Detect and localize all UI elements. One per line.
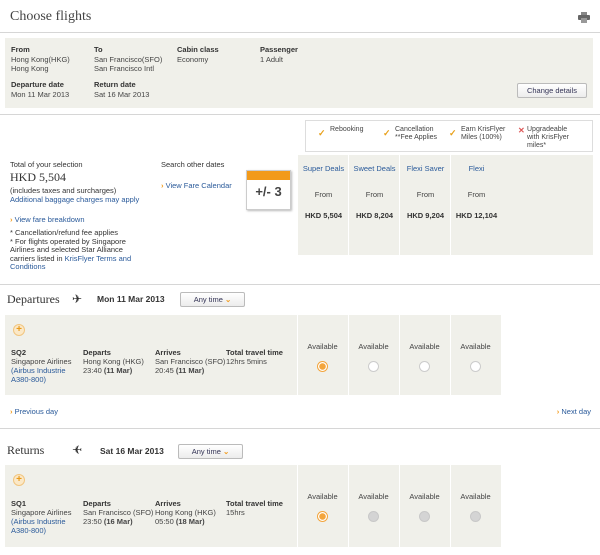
flight-info: SQ1 Singapore Airlines (Airbus Industrie A3… — [11, 499, 72, 535]
radio[interactable] — [368, 511, 379, 522]
outbound-availability: Available Available Available Available — [297, 315, 501, 395]
returns-title: Returns — [7, 443, 45, 457]
radio[interactable] — [419, 511, 430, 522]
tick-icon: ✓ — [318, 128, 326, 138]
feature-upgradeable: ✕ Upgradeable with KrisFlyer miles* — [518, 126, 570, 149]
fare-calendar-link[interactable]: › View Fare Calendar — [161, 181, 232, 190]
expand-icon[interactable]: + — [13, 474, 25, 486]
feature-cancellation: ✓ Cancellation **Fee Applies — [383, 126, 438, 141]
departures-title: Departures — [7, 292, 60, 306]
outbound-flexi-saver-option[interactable]: Available — [399, 315, 449, 395]
krisflyer-terms-link[interactable]: KrisFlyer Terms and — [65, 254, 132, 263]
page-title: Choose flights — [10, 9, 92, 24]
outbound-super-deals-option[interactable]: Available — [297, 315, 347, 395]
expand-icon[interactable]: + — [13, 324, 25, 336]
from-label: From — [11, 45, 30, 54]
returns-any-time-dropdown[interactable]: Any time ⌄ — [178, 444, 243, 459]
airplane-depart-icon: ✈ — [72, 292, 83, 306]
chevron-down-icon: ⌄ — [224, 295, 232, 304]
search-summary-panel: From Hong Kong(HKG) Hong Kong To San Fran… — [5, 38, 593, 108]
total-panel: Total of your selection HKD 5,504 (inclu… — [10, 160, 160, 272]
cabin-label: Cabin class — [177, 45, 219, 54]
calendar-icon[interactable]: +/- 3 — [246, 170, 291, 210]
cross-icon: ✕ — [518, 126, 525, 135]
chevron-down-icon: ⌄ — [222, 447, 230, 456]
fare-super-deals[interactable]: Super Deals From HKD 5,504 — [297, 155, 349, 255]
return-sweet-deals-option[interactable]: Available — [348, 465, 398, 547]
radio-selected[interactable] — [317, 511, 328, 522]
radio[interactable] — [470, 511, 481, 522]
departure-date-value: Mon 11 Mar 2013 — [11, 90, 70, 99]
radio-selected[interactable] — [317, 361, 328, 372]
travel-time-info: Total travel time 15hrs — [226, 499, 283, 517]
radio[interactable] — [470, 361, 481, 372]
tick-icon: ✓ — [383, 128, 391, 138]
printer-icon[interactable] — [578, 12, 590, 23]
return-super-deals-option[interactable]: Available — [297, 465, 347, 547]
fare-flexi[interactable]: Flexi From HKD 12,104 — [450, 155, 502, 255]
fare-sweet-deals[interactable]: Sweet Deals From HKD 8,204 — [348, 155, 400, 255]
chevron-right-icon: › — [10, 215, 13, 224]
chevron-right-icon: › — [556, 407, 560, 416]
outbound-flight-row: + SQ2 Singapore Airlines (Airbus Industrie… — [5, 315, 297, 395]
arrives-info: Arrives San Francisco (SFO) 20:45 (11 Mar) — [155, 348, 226, 375]
radio[interactable] — [368, 361, 379, 372]
outbound-sweet-deals-option[interactable]: Available — [348, 315, 398, 395]
baggage-link[interactable]: Additional baggage charges may apply — [10, 195, 160, 204]
passenger-value: 1 Adult — [260, 55, 283, 64]
airplane-return-icon: ✈ — [72, 443, 83, 457]
departure-date: Mon 11 Mar 2013 — [97, 294, 165, 304]
return-date-value: Sat 16 Mar 2013 — [94, 90, 150, 99]
departures-any-time-dropdown[interactable]: Any time ⌄ — [180, 292, 245, 307]
chevron-right-icon: › — [161, 181, 164, 190]
passenger-label: Passenger — [260, 45, 298, 54]
to-label: To — [94, 45, 103, 54]
return-availability: Available Available Available Available — [297, 465, 501, 547]
feature-earn-miles: ✓ Earn KrisFlyer Miles (100%) — [449, 126, 506, 141]
fare-families: Super Deals From HKD 5,504 Sweet Deals From… — [297, 155, 593, 255]
from-value: Hong Kong(HKG) Hong Kong — [11, 55, 70, 73]
chevron-left-icon: › — [10, 407, 13, 416]
departs-info: Departs San Francisco (SFO) 23:50 (16 Mar) — [83, 499, 154, 526]
fare-breakdown-link[interactable]: › View fare breakdown — [10, 215, 160, 224]
next-day-link[interactable]: › Next day — [557, 407, 591, 416]
flight-info: SQ2 Singapore Airlines (Airbus Industrie A3… — [11, 348, 72, 384]
return-date-label: Return date — [94, 80, 136, 89]
total-label: Total of your selection — [10, 160, 83, 169]
total-note: (includes taxes and surcharges) — [10, 186, 117, 195]
departs-info: Departs Hong Kong (HKG) 23:40 (11 Mar) — [83, 348, 144, 375]
departure-date-label: Departure date — [11, 80, 64, 89]
cabin-value: Economy — [177, 55, 209, 64]
feature-rebooking: ✓ Rebooking — [318, 126, 364, 138]
tick-icon: ✓ — [449, 128, 457, 138]
fare-flexi-saver[interactable]: Flexi Saver From HKD 9,204 — [399, 155, 451, 255]
total-amount: HKD 5,504 — [10, 170, 66, 184]
change-details-button[interactable]: Change details — [517, 83, 587, 98]
search-other-dates-label: Search other dates — [161, 160, 225, 169]
footnotes: * Cancellation/refund fee applies * For … — [10, 228, 132, 271]
return-flexi-option[interactable]: Available — [450, 465, 500, 547]
return-date: Sat 16 Mar 2013 — [100, 446, 164, 456]
return-flexi-saver-option[interactable]: Available — [399, 465, 449, 547]
fare-features-panel: ✓ Rebooking ✓ Cancellation **Fee Applies ✓ E… — [305, 120, 593, 152]
arrives-info: Arrives Hong Kong (HKG) 05:50 (18 Mar) — [155, 499, 216, 526]
previous-day-link[interactable]: › Previous day — [10, 407, 58, 416]
radio[interactable] — [419, 361, 430, 372]
outbound-flexi-option[interactable]: Available — [450, 315, 500, 395]
return-flight-row: + SQ1 Singapore Airlines (Airbus Industrie… — [5, 465, 297, 547]
travel-time-info: Total travel time 12hrs 5mins — [226, 348, 283, 366]
to-value: San Francisco(SFO) San Francisco Intl — [94, 55, 163, 73]
